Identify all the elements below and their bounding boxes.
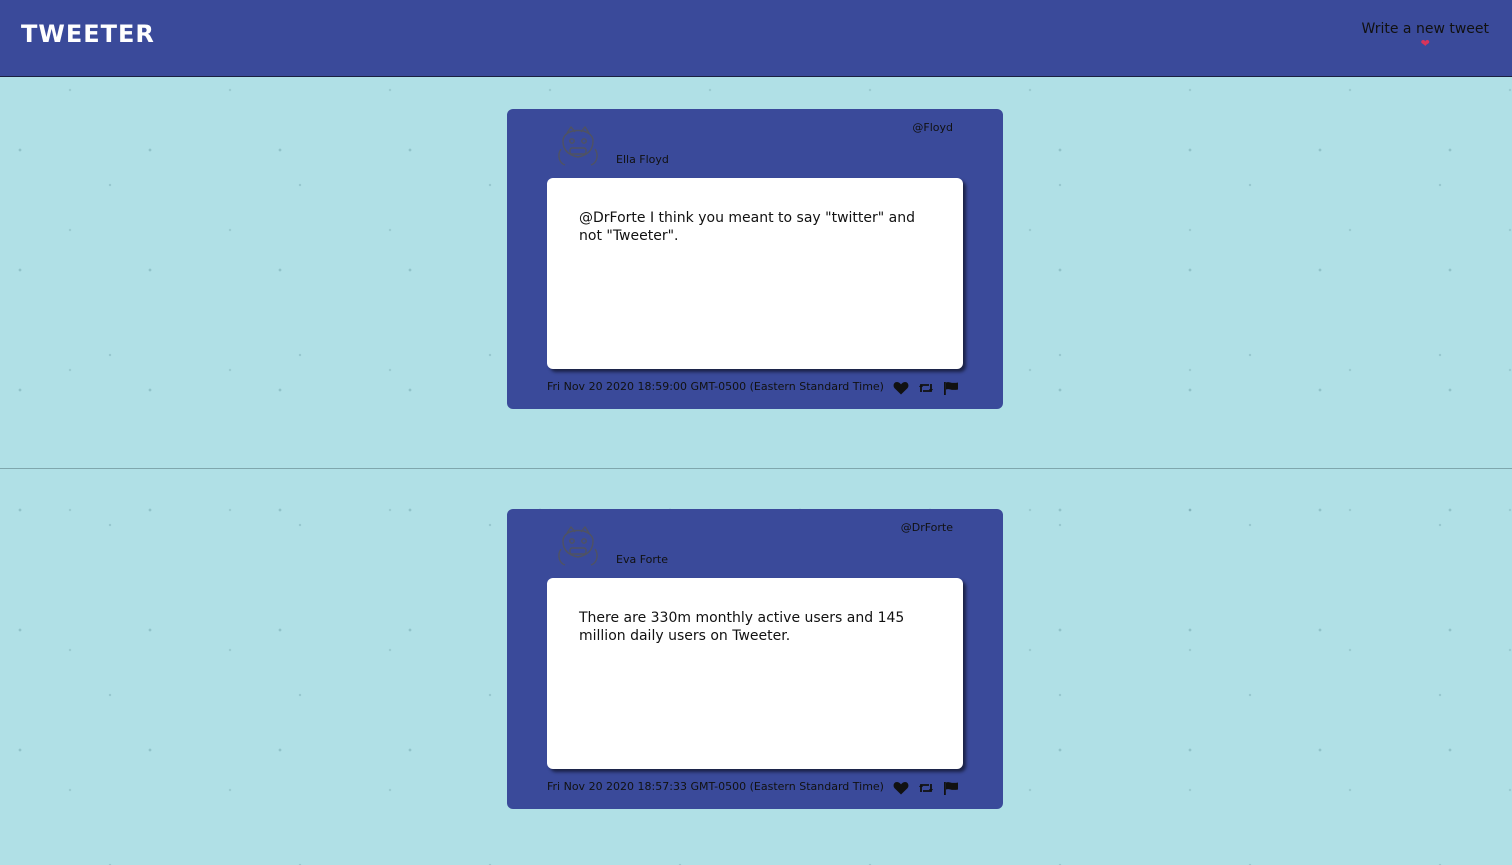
avatar-icon xyxy=(558,125,598,166)
flag-icon[interactable] xyxy=(943,381,959,395)
tweet-card: Eva Forte @DrForte There are 330m monthl… xyxy=(507,509,1003,809)
tweet-timestamp: Fri Nov 20 2020 18:59:00 GMT-0500 (Easte… xyxy=(547,380,884,393)
chevron-down-icon[interactable]: ❤ xyxy=(1362,38,1489,49)
write-tweet-label[interactable]: Write a new tweet xyxy=(1362,21,1489,37)
tweet-author-name: Ella Floyd xyxy=(616,153,669,166)
tweet-author-name: Eva Forte xyxy=(616,553,668,566)
flag-icon[interactable] xyxy=(943,781,959,795)
heart-icon[interactable] xyxy=(893,781,909,795)
write-tweet-button[interactable]: Write a new tweet ❤ xyxy=(1362,21,1489,49)
tweet-timestamp: Fri Nov 20 2020 18:57:33 GMT-0500 (Easte… xyxy=(547,780,884,793)
tweet-author-handle[interactable]: @DrForte xyxy=(901,521,953,534)
retweet-icon[interactable] xyxy=(918,381,934,395)
tweet-author-handle[interactable]: @Floyd xyxy=(912,121,953,134)
retweet-icon[interactable] xyxy=(918,781,934,795)
tweet-content: @DrForte I think you meant to say "twitt… xyxy=(547,178,963,369)
tweet-card: Ella Floyd @Floyd @DrForte I think you m… xyxy=(507,109,1003,409)
heart-icon[interactable] xyxy=(893,381,909,395)
top-nav: TWEETER Write a new tweet ❤ xyxy=(0,0,1512,77)
app-logo[interactable]: TWEETER xyxy=(21,20,155,48)
section-divider xyxy=(0,468,1512,469)
avatar-icon xyxy=(558,525,598,566)
tweet-content: There are 330m monthly active users and … xyxy=(547,578,963,769)
tweet-actions xyxy=(893,381,959,395)
tweet-actions xyxy=(893,781,959,795)
